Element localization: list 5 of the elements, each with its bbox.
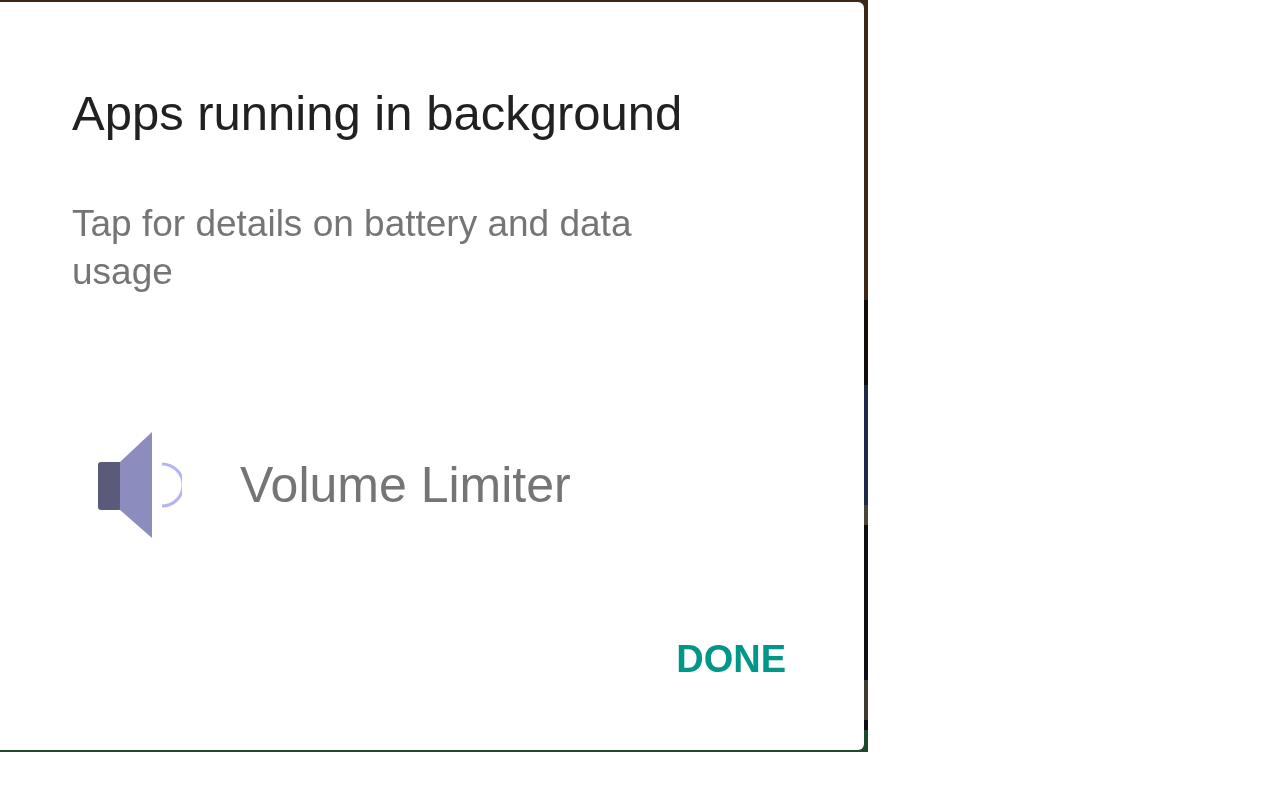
done-button[interactable]: DONE [676, 638, 786, 681]
speaker-icon [98, 432, 182, 538]
dialog-message: Tap for details on battery and data usage [72, 202, 633, 294]
dialog-title: Apps running in background [72, 85, 684, 142]
app-name[interactable]: Volume Limiter [240, 456, 571, 514]
